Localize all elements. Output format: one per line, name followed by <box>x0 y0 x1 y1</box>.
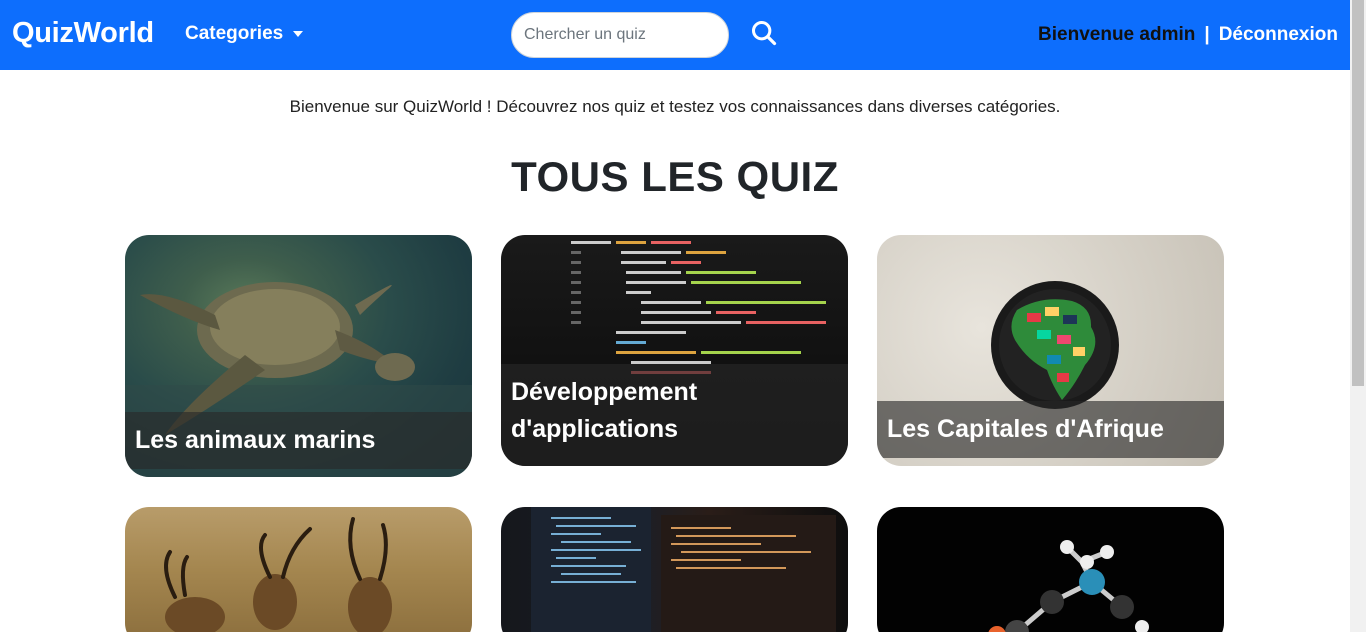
card-image-antelopes <box>125 507 472 632</box>
card-title-band: Les Capitales d'Afrique <box>877 401 1224 458</box>
scrollbar[interactable] <box>1350 0 1366 632</box>
brand-logo[interactable]: QuizWorld <box>12 17 154 50</box>
card-image-molecule <box>877 507 1224 632</box>
user-area: Bienvenue admin | Déconnexion <box>1038 24 1338 46</box>
card-title-band: Les animaux marins <box>125 412 472 469</box>
search-button[interactable] <box>750 19 780 49</box>
categories-dropdown[interactable]: Categories <box>185 23 304 45</box>
separator: | <box>1204 24 1210 45</box>
scrollbar-thumb[interactable] <box>1352 0 1364 386</box>
quiz-card-chemistry[interactable] <box>877 507 1224 632</box>
welcome-text: Bienvenue admin <box>1038 24 1196 45</box>
logout-link[interactable]: Déconnexion <box>1219 24 1338 46</box>
intro-text: Bienvenue sur QuizWorld ! Découvrez nos … <box>289 97 1061 116</box>
card-title: Les Capitales d'Afrique <box>887 415 1164 443</box>
search-input[interactable] <box>511 12 729 58</box>
card-title: Les animaux marins <box>135 426 376 454</box>
card-image-code-monitors <box>501 507 848 632</box>
quiz-card-antelopes[interactable] <box>125 507 472 632</box>
card-title-band: Développement d'applications <box>501 364 848 466</box>
quiz-card-african-capitals[interactable]: Les Capitales d'Afrique <box>877 235 1224 466</box>
quiz-card-programming[interactable] <box>501 507 848 632</box>
quiz-card-app-development[interactable]: Développement d'applications <box>501 235 848 466</box>
chevron-down-icon <box>293 31 304 37</box>
page-title: TOUS LES QUIZ <box>511 153 839 200</box>
search-icon <box>751 20 777 46</box>
categories-label: Categories <box>185 23 284 44</box>
navbar: QuizWorld Categories Bienvenue admin | D… <box>0 0 1350 70</box>
card-title: Développement d'applications <box>511 378 698 443</box>
quiz-card-marine-animals[interactable]: Les animaux marins <box>125 235 472 477</box>
